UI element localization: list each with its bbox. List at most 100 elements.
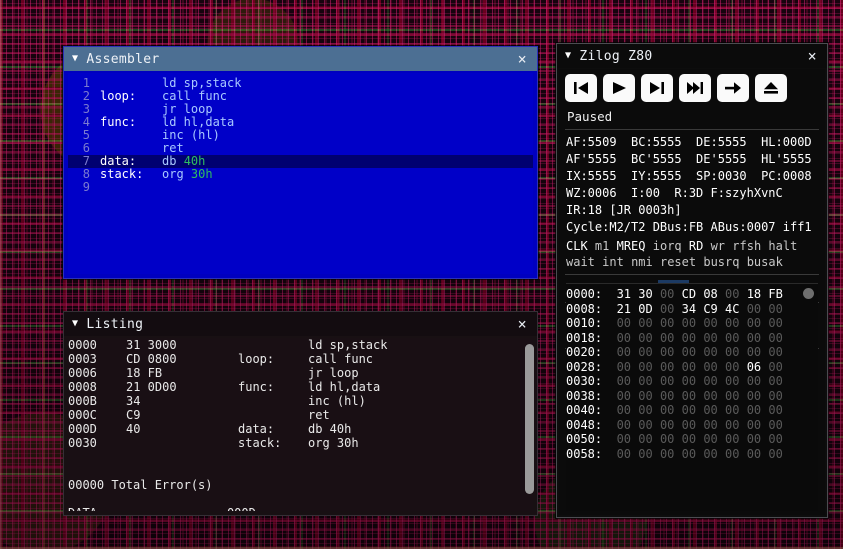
memory-byte[interactable]: 00 bbox=[725, 403, 739, 417]
memory-byte[interactable]: 00 bbox=[617, 316, 631, 330]
memory-byte[interactable]: 00 bbox=[638, 345, 652, 359]
memory-byte[interactable]: 00 bbox=[660, 287, 674, 301]
memory-row[interactable]: 0010: 00 00 00 00 00 00 00 00 bbox=[566, 316, 818, 331]
memory-byte[interactable]: 00 bbox=[747, 389, 761, 403]
close-icon[interactable]: × bbox=[516, 316, 529, 332]
memory-byte[interactable]: 00 bbox=[703, 374, 717, 388]
memory-byte[interactable]: 06 bbox=[747, 360, 761, 374]
memory-byte[interactable]: 00 bbox=[682, 447, 696, 461]
assembler-line[interactable]: 2 loop: call func bbox=[68, 90, 533, 103]
memory-byte[interactable]: 00 bbox=[768, 316, 782, 330]
memory-byte[interactable]: 00 bbox=[703, 389, 717, 403]
assembler-line[interactable]: 5 inc (hl) bbox=[68, 129, 533, 142]
memory-byte[interactable]: 00 bbox=[638, 447, 652, 461]
memory-byte[interactable]: 00 bbox=[703, 447, 717, 461]
memory-byte[interactable]: 00 bbox=[660, 374, 674, 388]
memory-byte[interactable]: 00 bbox=[617, 418, 631, 432]
memory-byte[interactable]: 4C bbox=[725, 302, 739, 316]
memory-byte[interactable]: 00 bbox=[768, 418, 782, 432]
collapse-caret-icon[interactable]: ▼ bbox=[72, 54, 78, 64]
memory-byte[interactable]: 00 bbox=[747, 447, 761, 461]
memory-byte[interactable]: 00 bbox=[747, 403, 761, 417]
assembler-line[interactable]: 6 ret bbox=[68, 142, 533, 155]
memory-byte[interactable]: 00 bbox=[725, 418, 739, 432]
memory-byte[interactable]: 00 bbox=[617, 331, 631, 345]
memory-byte[interactable]: 00 bbox=[638, 389, 652, 403]
memory-byte[interactable]: 00 bbox=[617, 432, 631, 446]
memory-byte[interactable]: 00 bbox=[768, 389, 782, 403]
memory-byte[interactable]: 00 bbox=[725, 360, 739, 374]
memory-byte[interactable]: 00 bbox=[768, 403, 782, 417]
memory-byte[interactable]: 00 bbox=[703, 331, 717, 345]
memory-byte[interactable]: 00 bbox=[660, 403, 674, 417]
memory-dump[interactable]: 0000: 31 30 00 CD 08 00 18 FB 0008: 21 0D… bbox=[566, 283, 818, 511]
memory-byte[interactable]: 00 bbox=[617, 389, 631, 403]
memory-row[interactable]: 0048: 00 00 00 00 00 00 00 00 bbox=[566, 418, 818, 433]
memory-byte[interactable]: 00 bbox=[617, 374, 631, 388]
memory-byte[interactable]: C9 bbox=[703, 302, 717, 316]
memory-byte[interactable]: 00 bbox=[703, 403, 717, 417]
step-into-button[interactable] bbox=[717, 74, 749, 102]
assembler-line[interactable]: 4 func: ld hl,data bbox=[68, 116, 533, 129]
step-button[interactable] bbox=[641, 74, 673, 102]
memory-byte[interactable]: 00 bbox=[703, 360, 717, 374]
memory-byte[interactable]: 21 bbox=[617, 302, 631, 316]
memory-byte[interactable]: 00 bbox=[703, 418, 717, 432]
eject-button[interactable] bbox=[755, 74, 787, 102]
memory-byte[interactable]: 00 bbox=[768, 302, 782, 316]
memory-byte[interactable]: 00 bbox=[682, 418, 696, 432]
memory-byte[interactable]: 00 bbox=[725, 447, 739, 461]
memory-byte[interactable]: 00 bbox=[703, 316, 717, 330]
memory-byte[interactable]: 00 bbox=[725, 389, 739, 403]
memory-byte[interactable]: 00 bbox=[638, 331, 652, 345]
run-button[interactable] bbox=[603, 74, 635, 102]
memory-byte[interactable]: 00 bbox=[638, 432, 652, 446]
listing-titlebar[interactable]: ▼ Listing × bbox=[64, 312, 537, 336]
memory-byte[interactable]: 00 bbox=[660, 447, 674, 461]
memory-byte[interactable]: 00 bbox=[660, 345, 674, 359]
memory-byte[interactable]: 00 bbox=[617, 447, 631, 461]
memory-byte[interactable]: 00 bbox=[768, 360, 782, 374]
memory-byte[interactable]: 00 bbox=[660, 331, 674, 345]
memory-row[interactable]: 0038: 00 00 00 00 00 00 00 00 bbox=[566, 389, 818, 404]
memory-byte[interactable]: 00 bbox=[682, 432, 696, 446]
memory-row[interactable]: 0050: 00 00 00 00 00 00 00 00 bbox=[566, 432, 818, 447]
memory-row[interactable]: 0018: 00 00 00 00 00 00 00 00 bbox=[566, 331, 818, 346]
memory-byte[interactable]: 00 bbox=[638, 418, 652, 432]
memory-byte[interactable]: 00 bbox=[660, 302, 674, 316]
memory-byte[interactable]: 34 bbox=[682, 302, 696, 316]
assembler-line[interactable]: 9 bbox=[68, 181, 533, 194]
memory-byte[interactable]: 00 bbox=[682, 374, 696, 388]
memory-byte[interactable]: 00 bbox=[725, 287, 739, 301]
memory-byte[interactable]: 00 bbox=[682, 389, 696, 403]
memory-byte[interactable]: 00 bbox=[617, 403, 631, 417]
memory-byte[interactable]: 30 bbox=[638, 287, 652, 301]
memory-byte[interactable]: 00 bbox=[725, 345, 739, 359]
memory-byte[interactable]: 08 bbox=[703, 287, 717, 301]
memory-byte[interactable]: 00 bbox=[682, 331, 696, 345]
memory-byte[interactable]: 00 bbox=[638, 374, 652, 388]
memory-row[interactable]: 0028: 00 00 00 00 00 00 06 00 bbox=[566, 360, 818, 375]
memory-byte[interactable]: 00 bbox=[747, 432, 761, 446]
memory-byte[interactable]: FB bbox=[768, 287, 782, 301]
collapse-caret-icon[interactable]: ▼ bbox=[565, 51, 571, 61]
memory-byte[interactable]: 00 bbox=[768, 447, 782, 461]
memory-byte[interactable]: 00 bbox=[768, 374, 782, 388]
memory-byte[interactable]: 00 bbox=[747, 345, 761, 359]
memory-byte[interactable]: 00 bbox=[682, 316, 696, 330]
memory-byte[interactable]: 00 bbox=[768, 432, 782, 446]
assembler-editor[interactable]: 1 ld sp,stack 2 loop: call func 3 jr loop 4 func… bbox=[68, 73, 533, 274]
assembler-titlebar[interactable]: ▼ Assembler × bbox=[64, 47, 537, 71]
reset-button[interactable] bbox=[565, 74, 597, 102]
memory-row[interactable]: 0008: 21 0D 00 34 C9 4C 00 00 bbox=[566, 302, 818, 317]
memory-byte[interactable]: 00 bbox=[638, 316, 652, 330]
assembler-line[interactable]: 8 stack: org 30h bbox=[68, 168, 533, 181]
assembler-line[interactable]: 3 jr loop bbox=[68, 103, 533, 116]
memory-byte[interactable]: 00 bbox=[747, 418, 761, 432]
memory-row[interactable]: 0040: 00 00 00 00 00 00 00 00 bbox=[566, 403, 818, 418]
memory-byte[interactable]: 31 bbox=[617, 287, 631, 301]
memory-byte[interactable]: 00 bbox=[703, 432, 717, 446]
memory-byte[interactable]: 00 bbox=[660, 418, 674, 432]
collapse-caret-icon[interactable]: ▼ bbox=[72, 319, 78, 329]
memory-scrollbar-thumb[interactable] bbox=[803, 288, 814, 299]
